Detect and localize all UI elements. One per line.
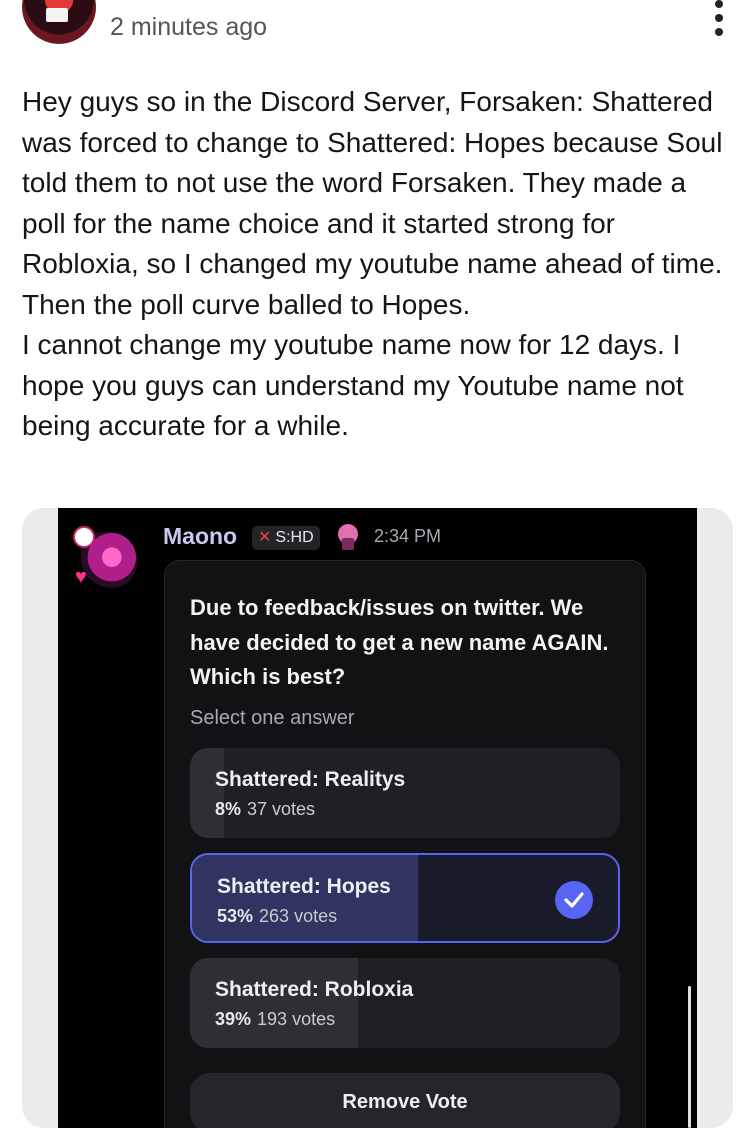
sword-icon: ✕ — [258, 529, 272, 546]
user-avatar[interactable] — [22, 0, 96, 44]
poll-option[interactable]: Shattered: Realitys 8% 37 votes — [190, 748, 620, 838]
poll-option-fill — [190, 748, 225, 838]
remove-vote-button[interactable]: Remove Vote — [190, 1073, 620, 1128]
poll-option-label: Shattered: Realitys — [215, 768, 406, 791]
poll-card: Due to feedback/issues on twitter. We ha… — [164, 560, 646, 1128]
poll-question: Due to feedback/issues on twitter. We ha… — [190, 595, 609, 689]
post-body: Hey guys so in the Discord Server, Forsa… — [22, 86, 723, 441]
post-image[interactable]: ♥ Maono ✕ S:HD 2:34 PM Due to feedback/is… — [22, 508, 733, 1128]
more-options-icon[interactable] — [708, 0, 730, 38]
scrollbar[interactable] — [688, 986, 691, 1128]
discord-screenshot: ♥ Maono ✕ S:HD 2:34 PM Due to feedback/is… — [58, 508, 697, 1128]
poll-option-meta: 53% 263 votes — [217, 906, 338, 926]
poll-option-label: Shattered: Robloxia — [215, 978, 414, 1001]
poll-option-selected[interactable]: Shattered: Hopes 53% 263 votes — [190, 853, 620, 943]
poll-option-fill — [190, 958, 358, 1048]
server-tag: ✕ S:HD — [252, 526, 320, 550]
discord-username: Maono — [163, 523, 238, 549]
message-time: 2:34 PM — [374, 526, 442, 546]
poll-instruction: Select one answer — [190, 707, 355, 729]
post-timestamp: 2 minutes ago — [110, 13, 268, 41]
poll-option-meta: 39% 193 votes — [215, 1009, 336, 1029]
check-circle-icon — [555, 881, 593, 919]
role-badge-icon — [334, 520, 362, 550]
poll-option-label: Shattered: Hopes — [217, 875, 391, 898]
poll-option-meta: 8% 37 votes — [215, 799, 316, 819]
poll-option[interactable]: Shattered: Robloxia 39% 193 votes — [190, 958, 620, 1048]
discord-avatar: ♥ — [73, 518, 143, 588]
